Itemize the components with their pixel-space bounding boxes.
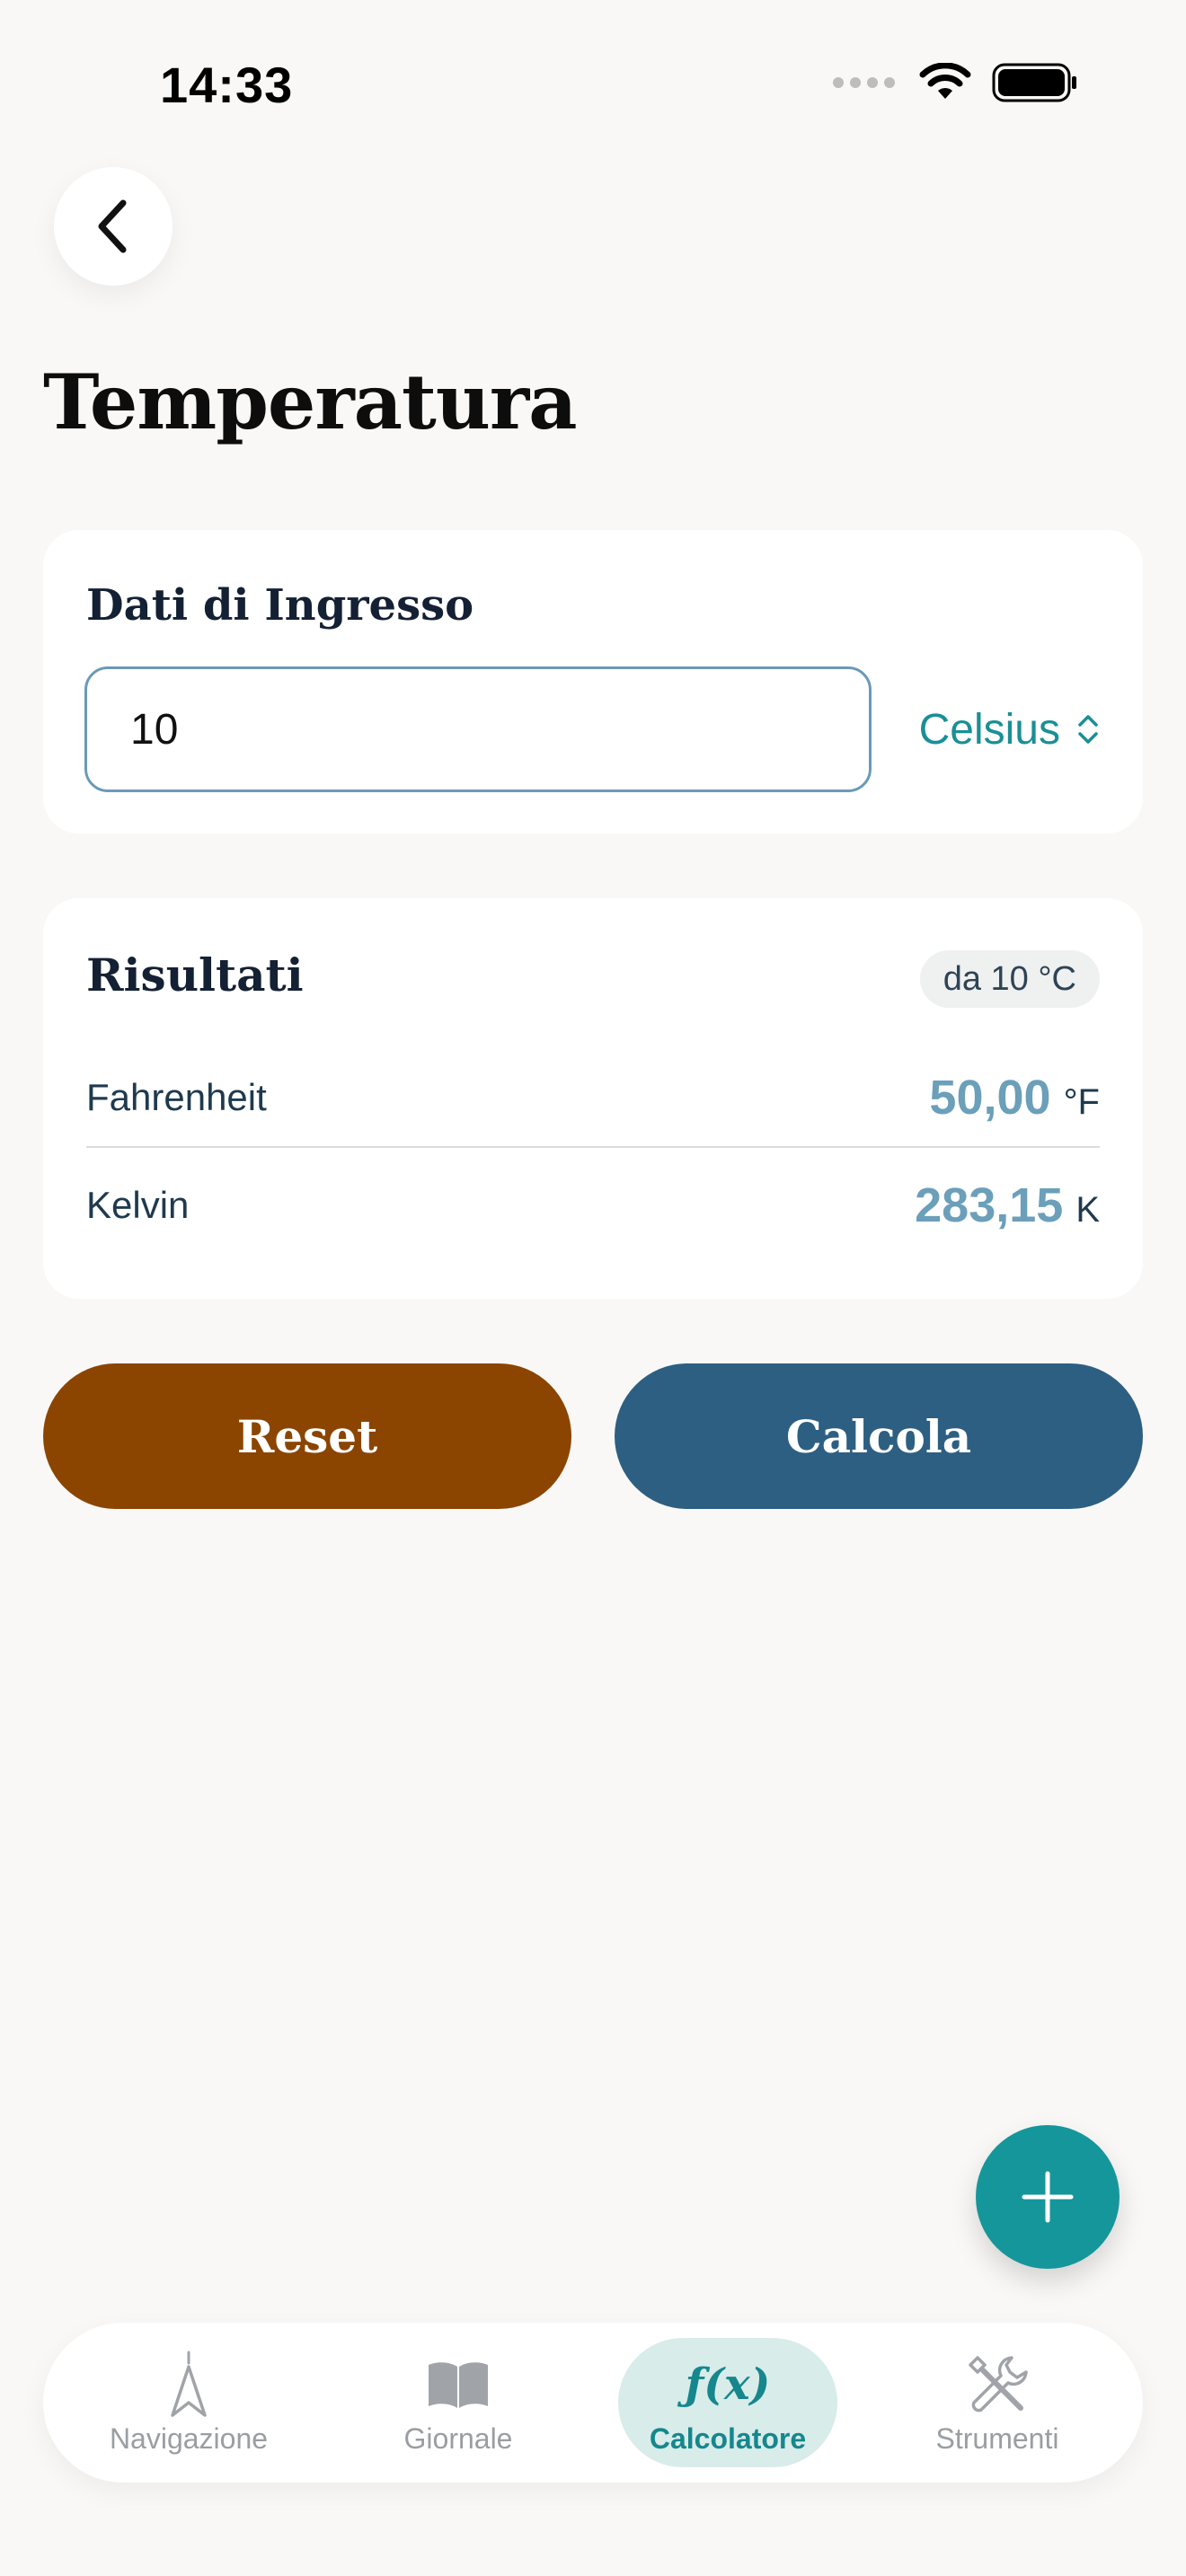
- divider: [86, 1146, 1100, 1148]
- plus-icon: [1022, 2171, 1074, 2223]
- chevron-left-icon: [98, 199, 127, 253]
- tab-navigazione[interactable]: Navigazione: [72, 2323, 305, 2483]
- result-unit: K: [1075, 1190, 1100, 1230]
- source-badge: da 10 °C: [919, 950, 1100, 1008]
- result-label: Kelvin: [86, 1184, 190, 1226]
- tab-giornale[interactable]: Giornale: [341, 2323, 575, 2483]
- result-row-fahrenheit: Fahrenheit 50,00 °F: [86, 1053, 1100, 1142]
- wifi-icon: [919, 63, 971, 99]
- result-number: 283,15: [915, 1178, 1064, 1232]
- tab-strumenti[interactable]: Strumenti: [881, 2323, 1114, 2483]
- book-icon: [429, 2361, 488, 2408]
- tab-label: Strumenti: [935, 2422, 1059, 2455]
- chevron-up-down-icon: [1078, 715, 1098, 744]
- result-value: 50,00 °F: [929, 1070, 1100, 1125]
- result-unit: °F: [1063, 1082, 1100, 1122]
- tab-bar: Navigazione Giornale ƒ(x) Calcolatore St…: [43, 2323, 1143, 2483]
- battery-icon: [992, 63, 1076, 102]
- tab-calcolatore[interactable]: ƒ(x) Calcolatore: [618, 2338, 837, 2467]
- function-icon: ƒ(x): [685, 2359, 771, 2410]
- input-card-title: Dati di Ingresso: [86, 580, 474, 631]
- status-time: 14:33: [160, 57, 294, 113]
- result-number: 50,00: [929, 1071, 1051, 1125]
- compass-arrow-icon: [171, 2351, 207, 2417]
- unit-select[interactable]: Celsius: [919, 693, 1100, 765]
- unit-select-label: Celsius: [918, 705, 1060, 754]
- reset-button[interactable]: Reset: [43, 1363, 571, 1509]
- tab-label: Navigazione: [109, 2422, 269, 2455]
- page-title: Temperatura: [43, 357, 578, 446]
- results-card: Risultati da 10 °C Fahrenheit 50,00 °F K…: [43, 898, 1143, 1299]
- status-bar: 14:33: [0, 0, 1186, 171]
- input-card: Dati di Ingresso Celsius: [43, 530, 1143, 834]
- add-button[interactable]: [976, 2125, 1120, 2269]
- results-card-title: Risultati: [86, 948, 304, 1001]
- back-button[interactable]: [54, 167, 173, 286]
- calculate-button[interactable]: Calcola: [615, 1363, 1143, 1509]
- result-label: Fahrenheit: [86, 1076, 267, 1118]
- tools-icon: [969, 2355, 1028, 2412]
- result-value: 283,15 K: [915, 1178, 1100, 1233]
- status-icons: [833, 63, 1078, 102]
- temperature-input[interactable]: [84, 666, 872, 792]
- tab-label: Calcolatore: [649, 2422, 807, 2455]
- cellular-signal-icon: [833, 77, 895, 88]
- result-row-kelvin: Kelvin 283,15 K: [86, 1160, 1100, 1250]
- tab-label: Giornale: [403, 2422, 513, 2455]
